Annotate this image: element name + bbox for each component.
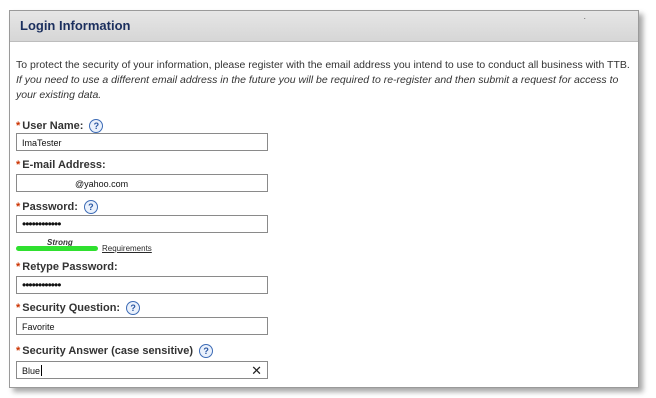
password-strength-bar [16, 246, 98, 251]
retype-password-input[interactable]: •••••••••••• [16, 276, 268, 294]
security-question-label: * Security Question: ? [16, 301, 141, 315]
required-marker: * [16, 302, 21, 314]
help-icon[interactable]: ? [126, 301, 141, 315]
login-information-panel: Login Information . To protect the secur… [9, 10, 639, 388]
security-answer-input[interactable]: Blue ✕ [16, 361, 268, 379]
username-value: ImaTester [22, 138, 62, 148]
required-marker: * [16, 345, 21, 357]
security-question-input[interactable]: Favorite [16, 317, 268, 335]
panel-header: Login Information . [10, 11, 638, 42]
clear-icon[interactable]: ✕ [251, 362, 262, 380]
security-answer-label-text: Security Answer (case sensitive) [22, 345, 194, 357]
intro-text: To protect the security of your informat… [16, 58, 632, 103]
username-input[interactable]: ImaTester [16, 133, 268, 151]
username-label-text: User Name: [22, 120, 84, 132]
email-input[interactable]: @yahoo.com [16, 174, 268, 192]
required-marker: * [16, 261, 21, 273]
panel-title: Login Information [20, 18, 131, 33]
retype-password-value: •••••••••••• [22, 278, 61, 292]
password-input[interactable]: •••••••••••• [16, 215, 268, 233]
requirements-link[interactable]: Requirements [102, 244, 152, 253]
security-question-label-text: Security Question: [22, 302, 121, 314]
security-answer-label: * Security Answer (case sensitive) ? [16, 344, 214, 358]
required-marker: * [16, 159, 21, 171]
security-answer-value: Blue [22, 366, 41, 376]
text-cursor [41, 365, 43, 376]
retype-password-label-text: Retype Password: [22, 261, 118, 273]
password-label-text: Password: [22, 201, 78, 213]
username-label: * User Name: ? [16, 119, 104, 133]
email-label: * E-mail Address: [16, 159, 106, 171]
email-label-text: E-mail Address: [22, 159, 106, 171]
password-value: •••••••••••• [22, 217, 61, 231]
header-corner-mark: . [583, 11, 586, 21]
required-marker: * [16, 120, 21, 132]
intro-italic: If you need to use a different email add… [16, 74, 619, 101]
required-marker: * [16, 201, 21, 213]
email-value: @yahoo.com [75, 179, 129, 189]
help-icon[interactable]: ? [89, 119, 104, 133]
help-icon[interactable]: ? [83, 200, 98, 214]
security-question-value: Favorite [22, 322, 55, 332]
intro-normal: To protect the security of your informat… [16, 59, 630, 71]
password-label: * Password: ? [16, 200, 98, 214]
help-icon[interactable]: ? [199, 344, 214, 358]
retype-password-label: * Retype Password: [16, 261, 118, 273]
